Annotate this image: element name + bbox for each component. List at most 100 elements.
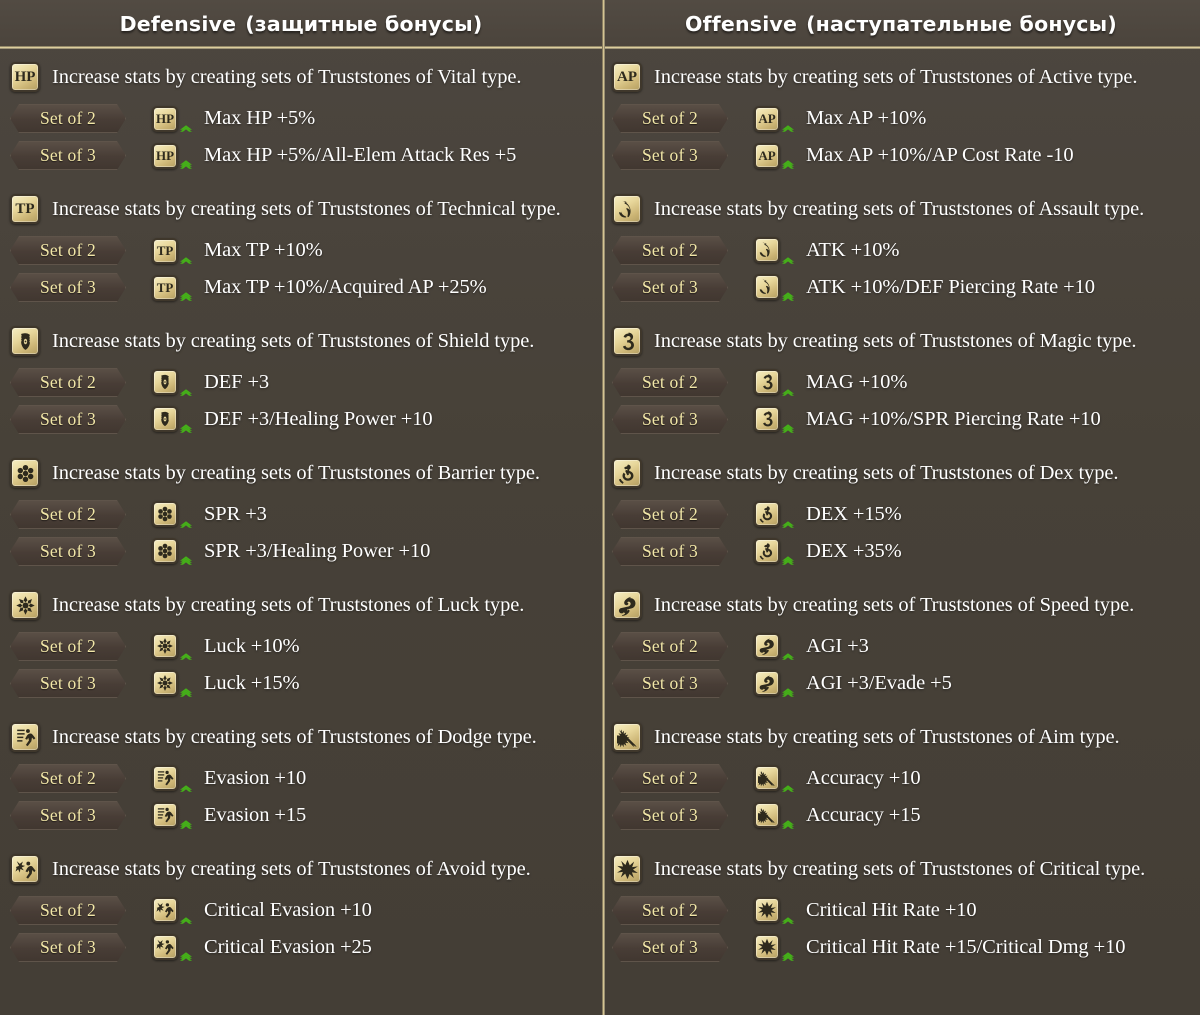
- row-icon-wrap: [754, 897, 780, 924]
- row-icon-wrap: TP: [152, 274, 178, 301]
- barrier-icon: [10, 458, 40, 488]
- dex-icon: [754, 538, 780, 564]
- upgrade-chevron-icon: [179, 160, 193, 169]
- luck-icon: [152, 633, 178, 659]
- bonus-row[interactable]: Set of 2 AGI +3: [612, 628, 1200, 665]
- bonus-effect-text: Critical Hit Rate +15/Critical Dmg +10: [806, 936, 1126, 958]
- set-count-pill: Set of 2: [612, 104, 728, 133]
- avoid-icon: [10, 854, 40, 884]
- bonus-rows: Set of 2 HP Max HP +5% Set of 3 HP Max H…: [0, 100, 602, 174]
- upgrade-chevron-icon: [179, 125, 193, 132]
- barrier-icon: [152, 501, 178, 527]
- bonus-row[interactable]: Set of 2 Luck +10%: [10, 628, 602, 665]
- bonus-row[interactable]: Set of 3 MAG +10%/SPR Piercing Rate +10: [612, 401, 1200, 438]
- bonus-group: Increase stats by creating sets of Trust…: [0, 450, 602, 580]
- row-icon-wrap: [754, 369, 780, 396]
- bonus-effect-text: Critical Hit Rate +10: [806, 899, 977, 921]
- bonus-group: Increase stats by creating sets of Trust…: [602, 582, 1200, 712]
- bonus-effect-text: MAG +10%: [806, 371, 908, 393]
- upgrade-chevron-icon: [179, 952, 193, 961]
- set-count-pill: Set of 3: [10, 801, 126, 830]
- bonus-group: Increase stats by creating sets of Trust…: [602, 318, 1200, 448]
- magic-icon: [754, 406, 780, 432]
- columns-container: Defensive (защитные бонусы) HP Increase …: [0, 0, 1200, 1015]
- row-icon-wrap: TP: [152, 237, 178, 264]
- bonus-effect-text: Critical Evasion +10: [204, 899, 372, 921]
- bonus-row[interactable]: Set of 3 Evasion +15: [10, 797, 602, 834]
- bonus-row[interactable]: Set of 2 DEX +15%: [612, 496, 1200, 533]
- ap-icon: AP: [612, 62, 642, 92]
- bonus-row[interactable]: Set of 3 Luck +15%: [10, 665, 602, 702]
- bonus-group-header: HP Increase stats by creating sets of Tr…: [0, 54, 602, 100]
- bonus-row[interactable]: Set of 3 DEF +3/Healing Power +10: [10, 401, 602, 438]
- luck-icon: [10, 590, 40, 620]
- bonus-row[interactable]: Set of 3 AP Max AP +10%/AP Cost Rate -10: [612, 137, 1200, 174]
- tile-label: AP: [758, 111, 776, 126]
- set-count-pill: Set of 2: [10, 896, 126, 925]
- bonus-effect-text: Max TP +10%/Acquired AP +25%: [204, 276, 487, 298]
- set-count-pill: Set of 2: [10, 236, 126, 265]
- set-count-pill: Set of 2: [612, 632, 728, 661]
- bonus-group-description: Increase stats by creating sets of Trust…: [654, 329, 1137, 352]
- row-icon-wrap: [754, 934, 780, 961]
- bonus-row[interactable]: Set of 3 SPR +3/Healing Power +10: [10, 533, 602, 570]
- avoid-icon: [152, 934, 178, 960]
- tile-label: AP: [617, 68, 637, 85]
- row-icon-wrap: HP: [152, 105, 178, 132]
- bonus-row[interactable]: Set of 2 Accuracy +10: [612, 760, 1200, 797]
- upgrade-chevron-icon: [781, 556, 795, 565]
- bonus-row[interactable]: Set of 3 Critical Evasion +25: [10, 929, 602, 966]
- bonus-row[interactable]: Set of 2 ATK +10%: [612, 232, 1200, 269]
- set-count-pill: Set of 3: [10, 405, 126, 434]
- upgrade-chevron-icon: [179, 292, 193, 301]
- bonus-group-header: Increase stats by creating sets of Trust…: [0, 714, 602, 760]
- assault-icon: [612, 194, 642, 224]
- bonus-row[interactable]: Set of 3 TP Max TP +10%/Acquired AP +25%: [10, 269, 602, 306]
- bonus-rows: Set of 2 ATK +10% Set of 3 ATK +10%/DEF …: [602, 232, 1200, 306]
- row-icon-wrap: [152, 538, 178, 565]
- tile-label: TP: [156, 280, 174, 295]
- bonus-row[interactable]: Set of 2 MAG +10%: [612, 364, 1200, 401]
- bonus-group-header: Increase stats by creating sets of Trust…: [0, 450, 602, 496]
- bonus-effect-text: Critical Evasion +25: [204, 936, 372, 958]
- dodge-icon: [152, 802, 178, 828]
- bonus-row[interactable]: Set of 2 Critical Evasion +10: [10, 892, 602, 929]
- bonus-row[interactable]: Set of 2 SPR +3: [10, 496, 602, 533]
- bonus-row[interactable]: Set of 3 AGI +3/Evade +5: [612, 665, 1200, 702]
- bonus-row[interactable]: Set of 3 Critical Hit Rate +15/Critical …: [612, 929, 1200, 966]
- bonus-row[interactable]: Set of 2 DEF +3: [10, 364, 602, 401]
- bonus-row[interactable]: Set of 3 DEX +35%: [612, 533, 1200, 570]
- bonus-row[interactable]: Set of 2 Critical Hit Rate +10: [612, 892, 1200, 929]
- bonus-effect-text: Max HP +5%: [204, 107, 316, 129]
- set-count-pill: Set of 2: [10, 764, 126, 793]
- bonus-effect-text: ATK +10%/DEF Piercing Rate +10: [806, 276, 1095, 298]
- upgrade-chevron-icon: [781, 688, 795, 697]
- column-header-title-ru: (защитные бонусы): [245, 11, 483, 36]
- set-count-pill: Set of 3: [10, 141, 126, 170]
- upgrade-chevron-icon: [179, 688, 193, 697]
- bonus-row[interactable]: Set of 3 ATK +10%/DEF Piercing Rate +10: [612, 269, 1200, 306]
- set-count-pill: Set of 2: [10, 368, 126, 397]
- bonus-row[interactable]: Set of 2 AP Max AP +10%: [612, 100, 1200, 137]
- barrier-icon: [152, 538, 178, 564]
- bonus-group-header: Increase stats by creating sets of Trust…: [602, 318, 1200, 364]
- row-icon-wrap: [754, 802, 780, 829]
- bonus-row[interactable]: Set of 3 HP Max HP +5%/All-Elem Attack R…: [10, 137, 602, 174]
- aim-icon: [612, 722, 642, 752]
- bonus-row[interactable]: Set of 2 TP Max TP +10%: [10, 232, 602, 269]
- bonus-row[interactable]: Set of 2 HP Max HP +5%: [10, 100, 602, 137]
- column-header-title-en: Defensive: [119, 11, 237, 36]
- bonus-row[interactable]: Set of 2 Evasion +10: [10, 760, 602, 797]
- bonus-group: Increase stats by creating sets of Trust…: [602, 186, 1200, 316]
- bonus-effect-text: Luck +15%: [204, 672, 300, 694]
- bonus-group-description: Increase stats by creating sets of Trust…: [52, 65, 522, 88]
- bonus-group: HP Increase stats by creating sets of Tr…: [0, 54, 602, 184]
- bonus-row[interactable]: Set of 3 Accuracy +15: [612, 797, 1200, 834]
